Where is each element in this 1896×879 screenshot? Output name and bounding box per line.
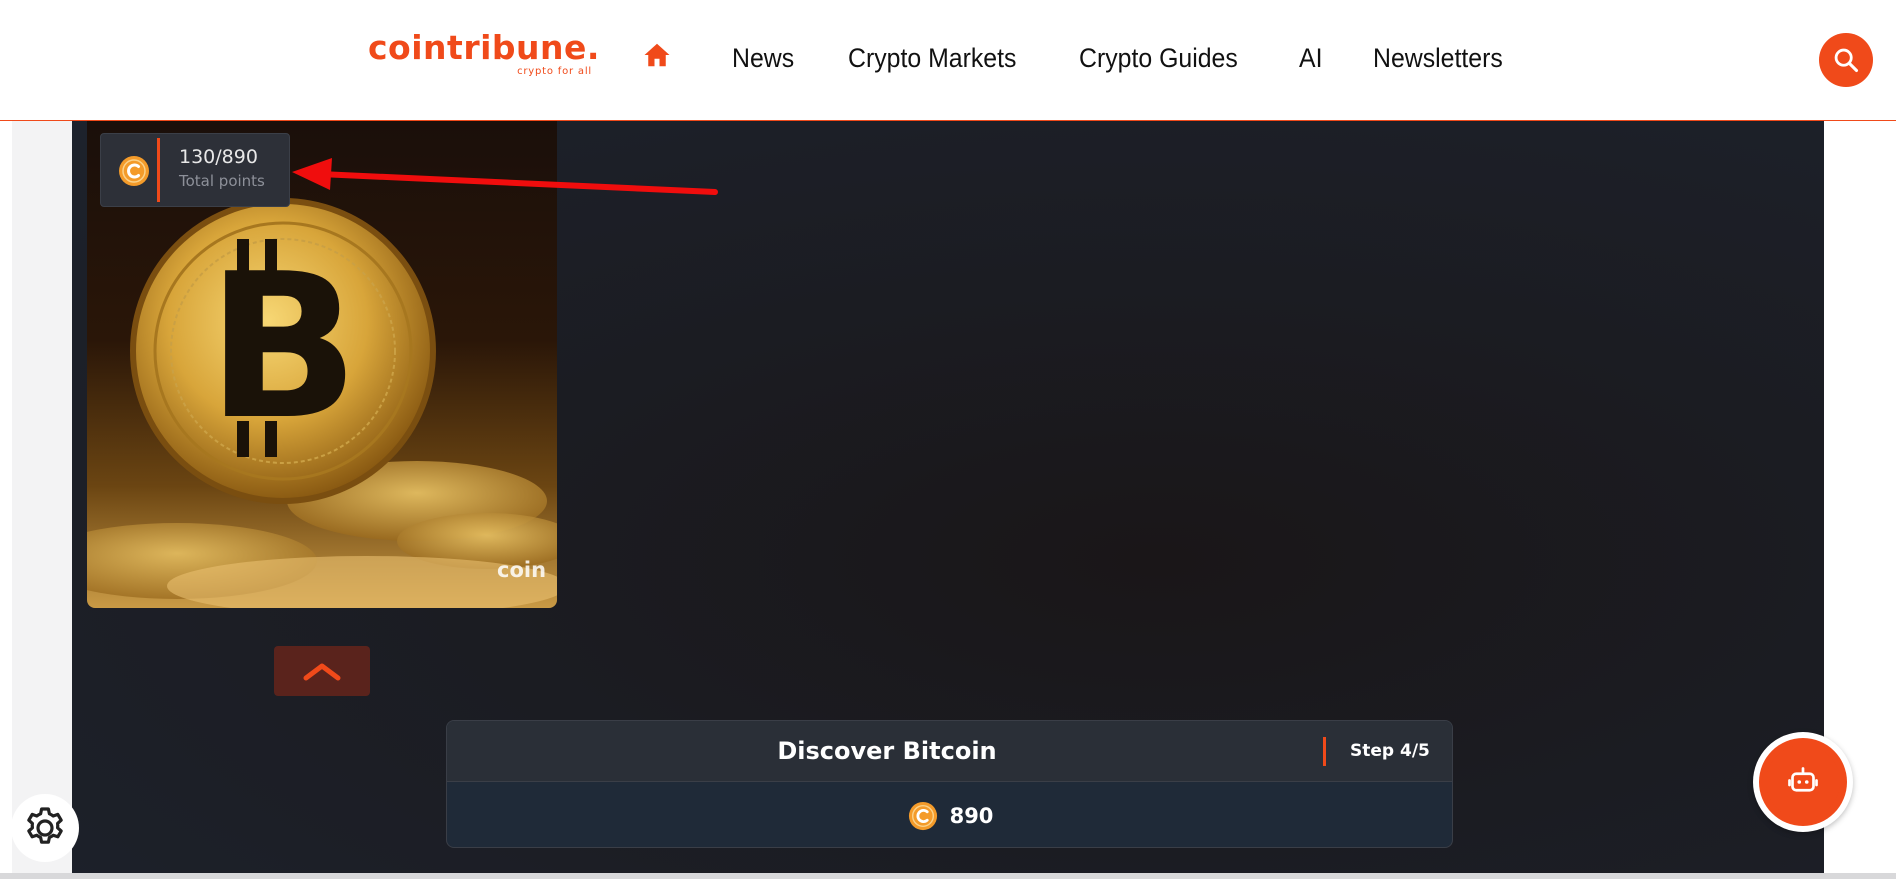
site-logo[interactable]: cointribune. crypto for all [368,28,600,80]
points-divider [157,138,160,202]
page-gutter-left [0,121,12,879]
settings-button[interactable] [11,794,79,862]
quest-step-card: Discover Bitcoin Step 4/5 890 [446,720,1453,848]
step-title: Discover Bitcoin [777,737,997,765]
points-value: 130/890 [179,146,258,168]
logo-text: cointribune. [368,28,600,67]
search-button[interactable] [1819,33,1873,87]
nav-item-crypto-guides[interactable]: Crypto Guides [1079,38,1238,78]
robot-icon [1788,767,1818,792]
step-divider [1323,737,1326,766]
chevron-up-icon [303,663,341,681]
coin-icon [119,156,149,186]
step-reward: 890 [447,782,1452,847]
reward-value: 890 [949,803,994,828]
nav-item-newsletters[interactable]: Newsletters [1373,38,1503,78]
step-header: Discover Bitcoin Step 4/5 [447,721,1452,782]
chatbot-ring [1759,738,1847,826]
svg-text:B: B [207,231,359,464]
bottom-strip [0,873,1896,879]
total-points-badge: 130/890 Total points [100,133,290,207]
nav-item-crypto-markets[interactable]: Crypto Markets [848,38,1016,78]
chatbot-button[interactable] [1753,732,1853,832]
coin-icon [908,801,937,830]
search-icon [1834,48,1859,73]
nav-item-news[interactable]: News [732,38,794,78]
main-nav: News Crypto Markets Crypto Guides AI New… [732,38,1514,78]
chatbot-core [1766,745,1840,819]
annotation-arrow [292,158,718,195]
step-counter: Step 4/5 [1350,741,1430,761]
site-header: cointribune. crypto for all News Crypto … [0,0,1896,121]
gear-icon [27,807,63,844]
image-watermark: coin [497,558,547,582]
collapse-button[interactable] [274,646,370,696]
points-label: Total points [179,172,265,190]
nav-item-ai[interactable]: AI [1299,38,1322,78]
home-icon[interactable] [642,40,672,70]
logo-tagline: crypto for all [517,66,592,77]
